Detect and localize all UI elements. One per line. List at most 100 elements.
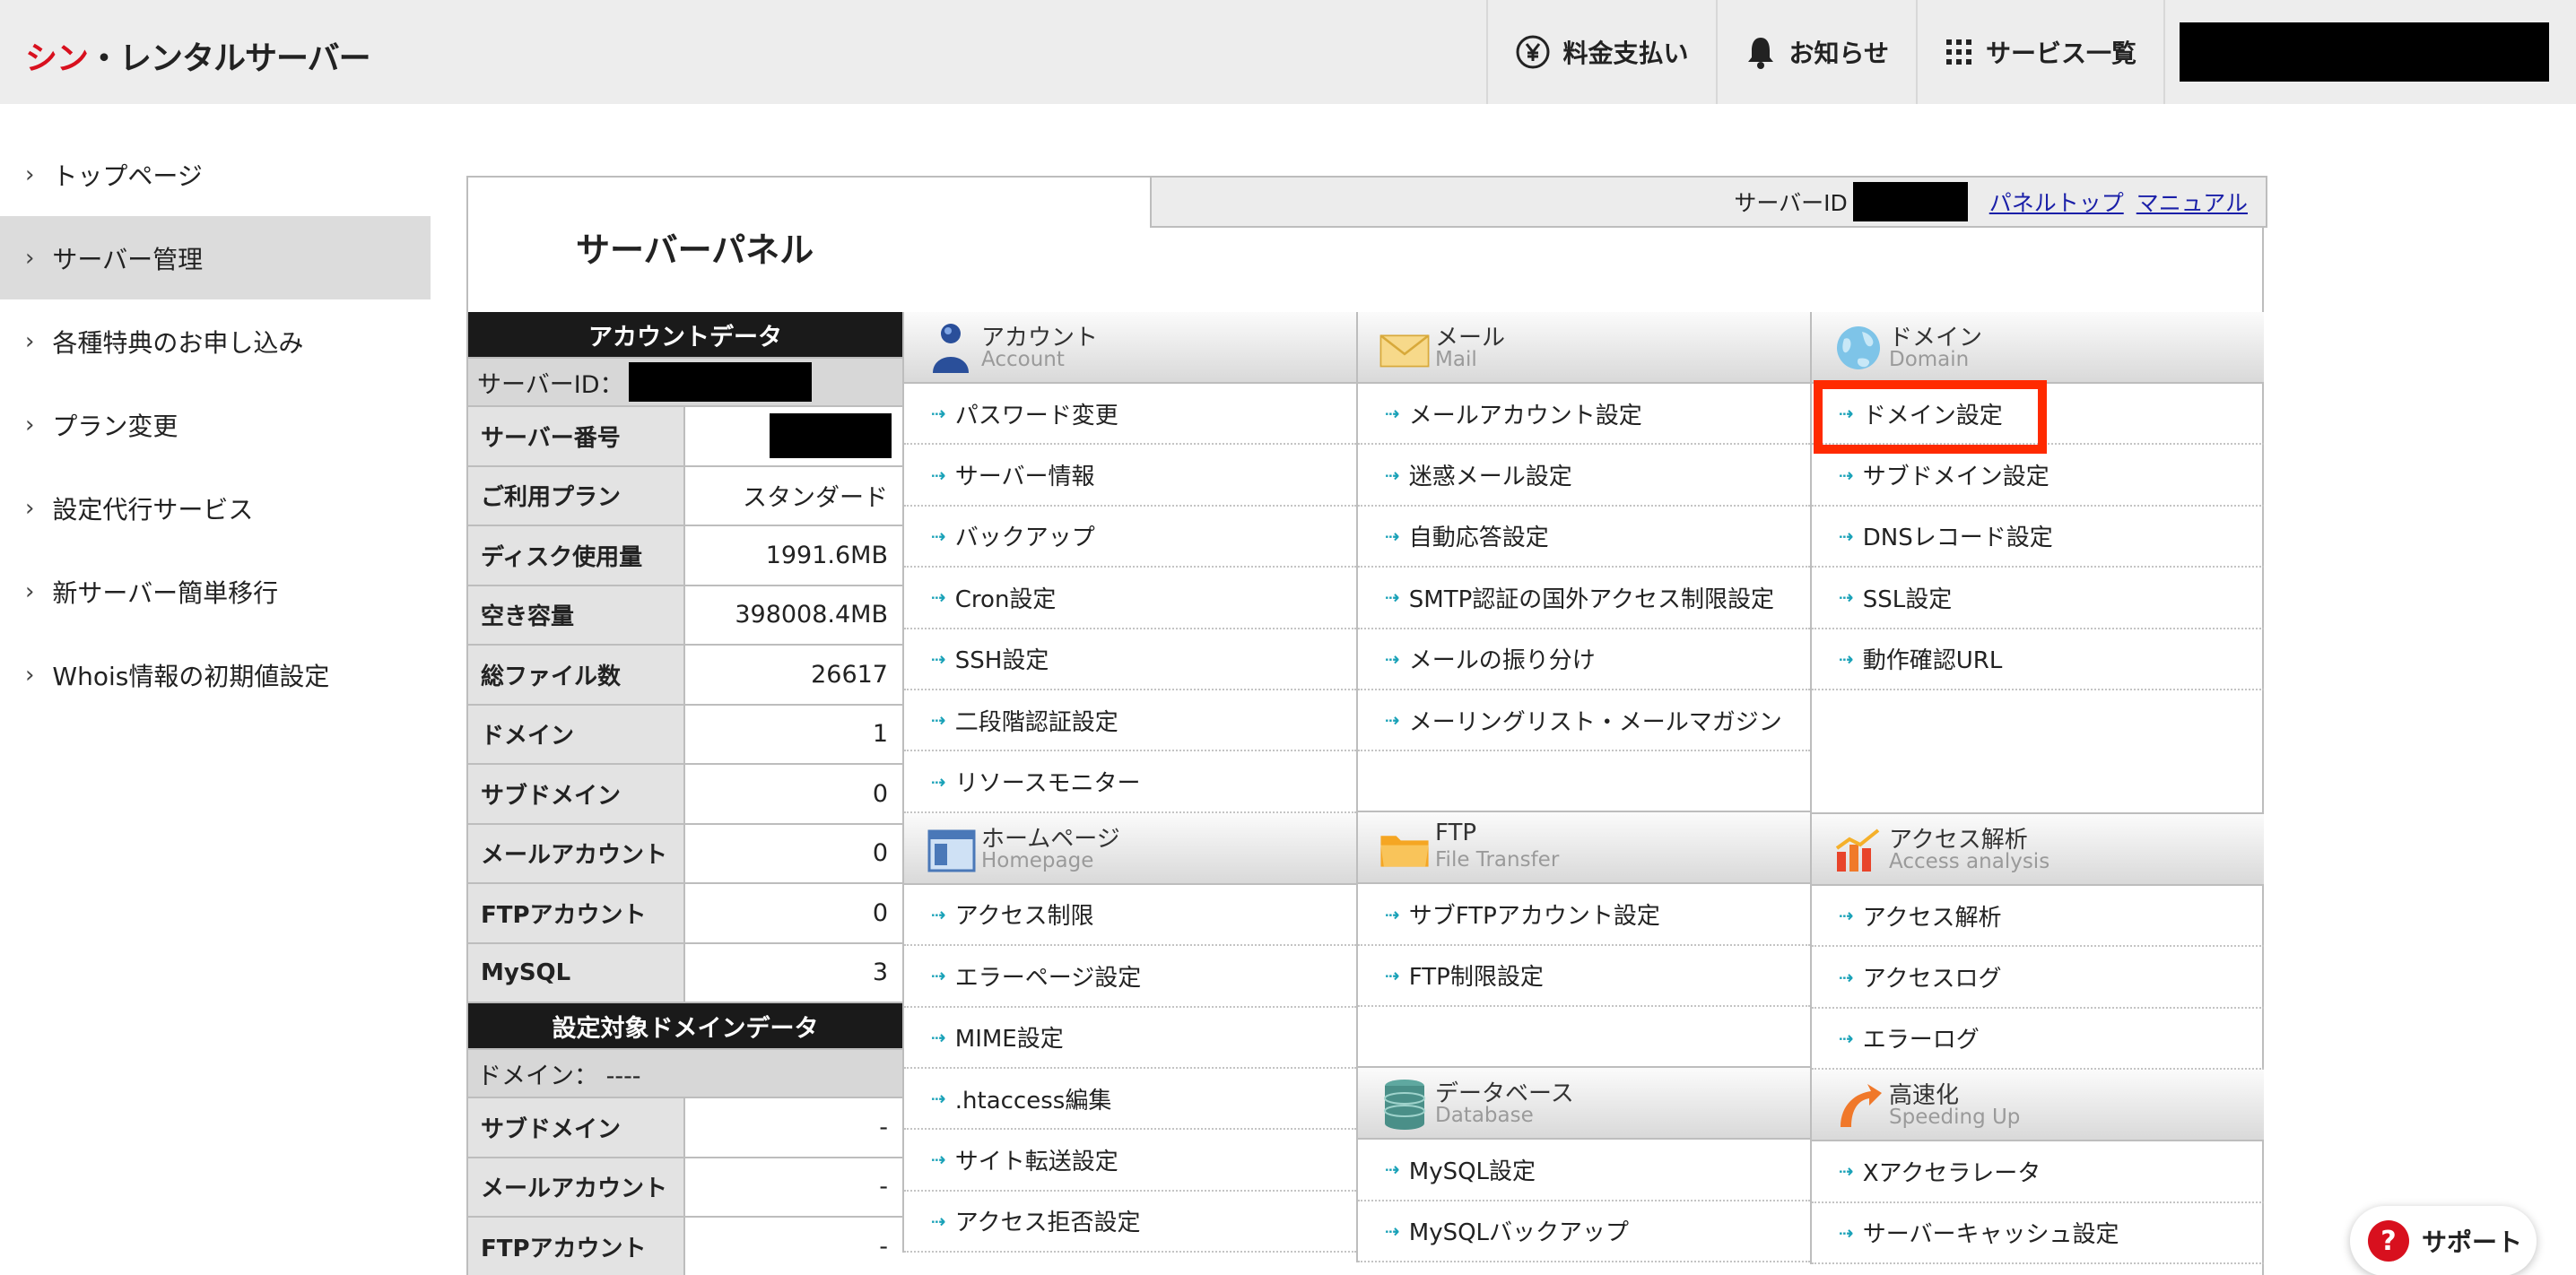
menu-site-redirect[interactable]: ⇢ サイト転送設定 xyxy=(904,1130,1356,1192)
database-section-header: データベース Database xyxy=(1358,1068,1810,1141)
menu-label: 自動応答設定 xyxy=(1408,525,1549,552)
menu-label: サイト転送設定 xyxy=(954,1148,1118,1175)
sidebar-item-top[interactable]: › トップページ xyxy=(0,133,431,216)
panel-topbar: サーバーID パネルトップ マニュアル xyxy=(1150,176,2267,228)
row-value: スタンダード xyxy=(743,484,888,513)
arrow-icon: ⇢ xyxy=(931,965,946,987)
menu-smtp-restriction[interactable]: ⇢ SMTP認証の国外アクセス制限設定 xyxy=(1358,568,1810,629)
sidebar-item-plan-change[interactable]: › プラン変更 xyxy=(0,383,431,466)
menu-mail-filter[interactable]: ⇢ メールの振り分け xyxy=(1358,629,1810,690)
notice-button[interactable]: お知らせ xyxy=(1715,0,1916,104)
menu-server-info[interactable]: ⇢ サーバー情報 xyxy=(904,445,1356,507)
panel-top-link[interactable]: パネルトップ xyxy=(1989,186,2124,218)
menu-grid: アカウント Account ⇢ パスワード変更 ⇢ サーバー情報 ⇢ バックアップ ⇢… xyxy=(902,312,2264,1275)
menu-access-restriction[interactable]: ⇢ アクセス制限 xyxy=(904,885,1356,947)
row-key: メールアカウント xyxy=(468,824,685,882)
domain-row: ドメイン： ---- xyxy=(468,1050,902,1098)
question-icon: ? xyxy=(2368,1220,2409,1262)
menu-htaccess[interactable]: ⇢ .htaccess編集 xyxy=(904,1069,1356,1131)
account-data-header: アカウントデータ xyxy=(468,312,902,359)
arrow-icon: ⇢ xyxy=(1385,1219,1400,1242)
row-value xyxy=(685,407,902,465)
menu-error-page[interactable]: ⇢ エラーページ設定 xyxy=(904,946,1356,1008)
arrow-icon: ⇢ xyxy=(1839,905,1854,927)
menu-mysql[interactable]: ⇢ MySQL設定 xyxy=(1358,1140,1810,1201)
arrow-icon: ⇢ xyxy=(931,1149,946,1171)
speed-section-header: 高速化 Speeding Up xyxy=(1812,1070,2264,1142)
row-key: サブドメイン xyxy=(468,765,685,823)
manual-link[interactable]: マニュアル xyxy=(2137,186,2248,218)
menu-column-3: ドメイン Domain ⇢ ドメイン設定 ⇢ サブドメイン設定 ⇢ DNSレコード設定… xyxy=(1810,312,2264,1264)
site-logo[interactable]: シン・レンタルサーバー xyxy=(25,32,371,79)
menu-verify-url[interactable]: ⇢ 動作確認URL xyxy=(1812,629,2264,690)
menu-ssl[interactable]: ⇢ SSL設定 xyxy=(1812,568,2264,629)
support-button[interactable]: ? サポート xyxy=(2350,1206,2537,1275)
menu-label: SSL設定 xyxy=(1862,585,1953,613)
menu-label: サーバー情報 xyxy=(954,464,1095,491)
menu-label: MySQLバックアップ xyxy=(1408,1219,1630,1247)
row-value: 0 xyxy=(872,898,888,927)
chevron-right-icon: › xyxy=(25,327,35,355)
menu-two-factor[interactable]: ⇢ 二段階認証設定 xyxy=(904,690,1356,752)
redacted-server-id xyxy=(1852,182,1968,221)
user-menu[interactable] xyxy=(2163,0,2576,104)
globe-icon xyxy=(1837,326,1880,369)
menu-label: アクセス解析 xyxy=(1862,904,2002,932)
menu-mailing-list[interactable]: ⇢ メーリングリスト・メールマガジン xyxy=(1358,690,1810,752)
menu-label: アクセスログ xyxy=(1862,966,2002,993)
arrow-icon: ⇢ xyxy=(1385,464,1400,486)
menu-mail-account[interactable]: ⇢ メールアカウント設定 xyxy=(1358,384,1810,446)
row-value: 1991.6MB xyxy=(765,541,888,569)
row-value: 0 xyxy=(872,779,888,808)
sidebar-item-whois[interactable]: › Whois情報の初期値設定 xyxy=(0,633,431,716)
menu-access-analysis[interactable]: ⇢ アクセス解析 xyxy=(1812,886,2264,948)
sidebar-item-benefits[interactable]: › 各種特典のお申し込み xyxy=(0,299,431,383)
sidebar-item-setup-service[interactable]: › 設定代行サービス xyxy=(0,466,431,550)
header-nav: 料金支払い お知らせ サービス一覧 xyxy=(1485,0,2576,104)
section-subtitle: Account xyxy=(981,348,1065,371)
domain-data-header: 設定対象ドメインデータ xyxy=(468,1003,902,1050)
menu-label: メーリングリスト・メールマガジン xyxy=(1408,708,1782,736)
menu-label: サブドメイン設定 xyxy=(1862,464,2049,491)
table-row: メールアカウント - xyxy=(468,1158,902,1218)
service-list-button[interactable]: サービス一覧 xyxy=(1915,0,2163,104)
row-key: ご利用プラン xyxy=(468,466,685,525)
menu-mime[interactable]: ⇢ MIME設定 xyxy=(904,1008,1356,1069)
menu-sub-ftp[interactable]: ⇢ サブFTPアカウント設定 xyxy=(1358,884,1810,946)
menu-spam[interactable]: ⇢ 迷惑メール設定 xyxy=(1358,445,1810,507)
menu-dns-record[interactable]: ⇢ DNSレコード設定 xyxy=(1812,507,2264,568)
menu-label: 二段階認証設定 xyxy=(954,708,1118,736)
arrow-icon: ⇢ xyxy=(1839,1027,1854,1049)
menu-password-change[interactable]: ⇢ パスワード変更 xyxy=(904,384,1356,446)
menu-server-cache[interactable]: ⇢ サーバーキャッシュ設定 xyxy=(1812,1203,2264,1264)
menu-label: パスワード変更 xyxy=(954,402,1118,429)
menu-subdomain[interactable]: ⇢ サブドメイン設定 xyxy=(1812,445,2264,507)
menu-x-accelerator[interactable]: ⇢ Xアクセラレータ xyxy=(1812,1141,2264,1203)
menu-resource-monitor[interactable]: ⇢ リソースモニター xyxy=(904,751,1356,813)
menu-label: サーバーキャッシュ設定 xyxy=(1862,1221,2119,1249)
page-title: サーバーパネル xyxy=(576,230,814,270)
row-value: 398008.4MB xyxy=(735,601,888,629)
menu-access-log[interactable]: ⇢ アクセスログ xyxy=(1812,947,2264,1009)
redacted-server-number xyxy=(770,413,892,459)
menu-mysql-backup[interactable]: ⇢ MySQLバックアップ xyxy=(1358,1201,1810,1262)
menu-backup[interactable]: ⇢ バックアップ xyxy=(904,507,1356,568)
row-key: ドメイン xyxy=(468,705,685,763)
menu-ftp-restriction[interactable]: ⇢ FTP制限設定 xyxy=(1358,946,1810,1008)
menu-access-deny[interactable]: ⇢ アクセス拒否設定 xyxy=(904,1192,1356,1253)
menu-cron[interactable]: ⇢ Cron設定 xyxy=(904,568,1356,629)
menu-error-log[interactable]: ⇢ エラーログ xyxy=(1812,1009,2264,1071)
payment-button[interactable]: 料金支払い xyxy=(1485,0,1716,104)
arrow-icon: ⇢ xyxy=(931,647,946,670)
section-subtitle: Database xyxy=(1435,1104,1534,1128)
arrow-icon: ⇢ xyxy=(1385,903,1400,925)
menu-auto-reply[interactable]: ⇢ 自動応答設定 xyxy=(1358,507,1810,568)
menu-ssh[interactable]: ⇢ SSH設定 xyxy=(904,629,1356,690)
highlight-box xyxy=(1814,380,2047,454)
server-id-row-label: サーバーID： xyxy=(477,370,624,399)
sidebar-item-server-management[interactable]: › サーバー管理 xyxy=(0,216,431,299)
sidebar-item-migration[interactable]: › 新サーバー簡単移行 xyxy=(0,550,431,633)
homepage-icon xyxy=(927,829,976,872)
row-key: 総ファイル数 xyxy=(468,646,685,704)
table-row: ご利用プラン スタンダード xyxy=(468,466,902,526)
